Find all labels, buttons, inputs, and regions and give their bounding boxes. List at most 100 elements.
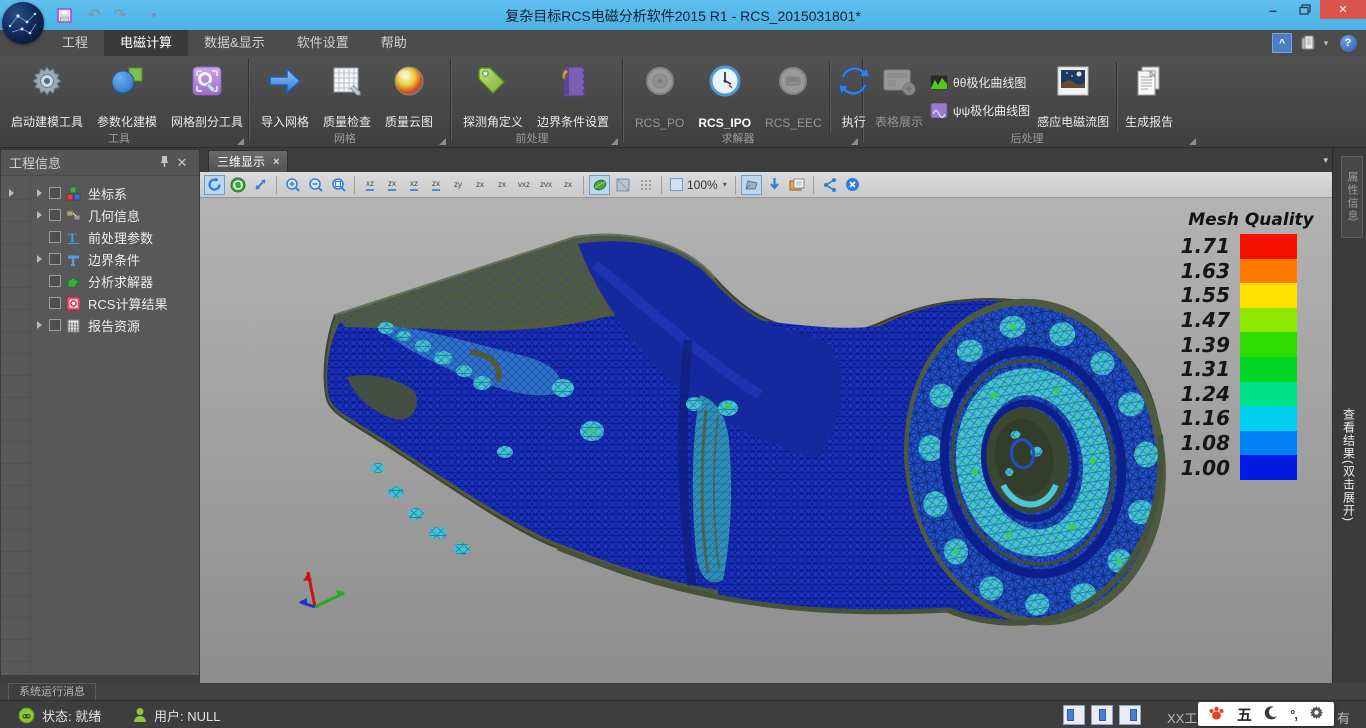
pin-icon[interactable] <box>155 155 173 171</box>
quality-check-button[interactable]: 质量检查 <box>316 60 378 132</box>
view-iso1-button[interactable]: zx <box>491 175 513 195</box>
tab-close-icon[interactable]: × <box>273 156 279 168</box>
tree-item-boundary[interactable]: 边界条件 <box>1 248 199 270</box>
tab-project[interactable]: 工程 <box>46 30 104 56</box>
tab-list-caret-icon[interactable]: ▾ <box>1323 155 1328 166</box>
legend-swatch <box>1240 357 1297 382</box>
view-back-button[interactable]: zx <box>381 175 403 195</box>
tab-data-display[interactable]: 数据&显示 <box>188 30 281 56</box>
disc-gray-icon <box>644 62 676 100</box>
punctuation-icon[interactable]: °, <box>1290 707 1297 722</box>
view-right-button[interactable]: zx <box>425 175 447 195</box>
system-message-tab[interactable]: 系统运行消息 <box>8 683 96 700</box>
ime-toolbar[interactable]: 五 °, <box>1198 702 1334 726</box>
rotate-icon[interactable] <box>204 175 225 195</box>
tab-em-compute[interactable]: 电磁计算 <box>104 30 188 56</box>
coordinate-icon <box>66 186 82 201</box>
paw-icon[interactable] <box>1208 705 1225 724</box>
close-button[interactable]: ✕ <box>1320 0 1366 19</box>
app-logo-icon[interactable] <box>2 2 44 44</box>
panel-close-icon[interactable]: ✕ <box>173 155 191 171</box>
zoom-in-icon[interactable] <box>282 175 303 195</box>
induced-current-map-button[interactable]: 感应电磁流图 <box>1030 60 1116 132</box>
capture-icon[interactable] <box>787 175 808 195</box>
group-launcher-icon[interactable] <box>611 138 618 145</box>
group-label-preprocess: 前处理 <box>452 130 612 146</box>
group-launcher-icon[interactable] <box>851 138 858 145</box>
view-top-button[interactable]: zy <box>447 175 469 195</box>
wireframe-mode-icon[interactable] <box>612 175 633 195</box>
view-results-side-tab[interactable]: 查看结果(双击展开) <box>1337 360 1361 570</box>
view-front-button[interactable]: xz <box>359 175 381 195</box>
tree-item-solver[interactable]: 分析求解器 <box>1 270 199 292</box>
tree-item-rcs-results[interactable]: RCS计算结果 <box>1 292 199 314</box>
import-down-icon[interactable] <box>764 175 785 195</box>
rcs-eec-button[interactable]: RCS_EEC <box>758 60 829 132</box>
ribbon-group-preprocess: 探测角定义 边界条件设置 前处理 <box>452 56 622 148</box>
group-launcher-icon[interactable] <box>1189 138 1196 145</box>
help-button[interactable]: ? <box>1338 33 1358 53</box>
psi-polar-curve-button[interactable]: ψψ极化曲线图 <box>930 98 1030 122</box>
tree-checkbox[interactable] <box>49 319 61 331</box>
legend-row: 1.24 <box>1178 382 1324 407</box>
layout-left-icon[interactable] <box>1063 705 1085 725</box>
collapse-ribbon-button[interactable]: ^ <box>1272 33 1292 53</box>
table-display-button[interactable]: 表格展示 <box>868 60 930 132</box>
layout-middle-icon[interactable] <box>1091 705 1113 725</box>
view-bottom-button[interactable]: zx <box>469 175 491 195</box>
tree-checkbox[interactable] <box>49 187 61 199</box>
tree-item-preprocess-params[interactable]: T 前处理参数 <box>1 226 199 248</box>
button-label: RCS_EEC <box>765 116 822 130</box>
zoom-level-select[interactable]: 100% ▾ <box>666 175 731 195</box>
view-iso4-button[interactable]: zx <box>557 175 579 195</box>
tab-help[interactable]: 帮助 <box>365 30 423 56</box>
group-launcher-icon[interactable] <box>439 138 446 145</box>
boundary-settings-button[interactable]: 边界条件设置 <box>530 60 616 132</box>
ribbon: 启动建模工具 参数化建模 网格剖分工具 工具 导入网格 <box>0 56 1366 148</box>
import-mesh-button[interactable]: 导入网格 <box>254 60 316 132</box>
tree-checkbox[interactable] <box>49 275 61 287</box>
zoom-out-icon[interactable] <box>305 175 326 195</box>
view-iso3-button[interactable]: zvx <box>535 175 557 195</box>
ime-mode-label[interactable]: 五 <box>1237 704 1252 725</box>
launch-modeling-button[interactable]: 启动建模工具 <box>4 60 90 132</box>
device-icon[interactable] <box>1298 33 1320 53</box>
pan-icon[interactable] <box>250 175 271 195</box>
tree-item-coordinate[interactable]: 坐标系 <box>1 182 199 204</box>
generate-report-button[interactable]: 生成报告 <box>1118 60 1180 132</box>
device-caret-icon[interactable]: ▾ <box>1320 33 1332 53</box>
tree-checkbox[interactable] <box>49 209 61 221</box>
rcs-po-button[interactable]: RCS_PO <box>628 60 691 132</box>
tab-3d-display[interactable]: 三维显示 × <box>208 150 288 172</box>
rcs-ipo-button[interactable]: RCS_IPO <box>691 60 758 132</box>
3d-canvas[interactable]: Mesh Quality 1.71 1.63 1.55 1.47 1.39 1.… <box>200 198 1332 683</box>
properties-side-tab[interactable]: 属性信息 <box>1341 156 1363 238</box>
minimize-button[interactable]: – <box>1258 0 1288 19</box>
tab-settings[interactable]: 软件设置 <box>281 30 365 56</box>
points-mode-icon[interactable] <box>635 175 656 195</box>
view-left-button[interactable]: xz <box>403 175 425 195</box>
view-iso2-button[interactable]: vxz <box>513 175 535 195</box>
probe-angle-button[interactable]: 探测角定义 <box>456 60 530 132</box>
shaded-mode-icon[interactable] <box>589 175 610 195</box>
zoom-window-icon[interactable] <box>328 175 349 195</box>
moon-icon[interactable] <box>1264 706 1278 723</box>
tree-item-geometry[interactable]: 几何信息 <box>1 204 199 226</box>
restore-button[interactable] <box>1290 0 1320 19</box>
tree-item-report-resources[interactable]: 报告资源 <box>1 314 199 336</box>
orbit-icon[interactable] <box>227 175 248 195</box>
tree-checkbox[interactable] <box>49 253 61 265</box>
gear-icon[interactable] <box>1309 705 1324 723</box>
layout-right-icon[interactable] <box>1119 705 1141 725</box>
flow-icon[interactable] <box>819 175 840 195</box>
tree-checkbox[interactable] <box>49 297 61 309</box>
mesh-tool-button[interactable]: 网格剖分工具 <box>164 60 250 132</box>
close-circle-icon[interactable] <box>842 175 863 195</box>
quality-cloud-button[interactable]: 质量云图 <box>378 60 440 132</box>
parametric-modeling-button[interactable]: 参数化建模 <box>90 60 164 132</box>
legend-swatch <box>1240 406 1297 431</box>
theta-polar-curve-button[interactable]: θθ极化曲线图 <box>930 70 1030 94</box>
tree-checkbox[interactable] <box>49 231 61 243</box>
group-launcher-icon[interactable] <box>237 138 244 145</box>
clip-icon[interactable] <box>741 175 762 195</box>
